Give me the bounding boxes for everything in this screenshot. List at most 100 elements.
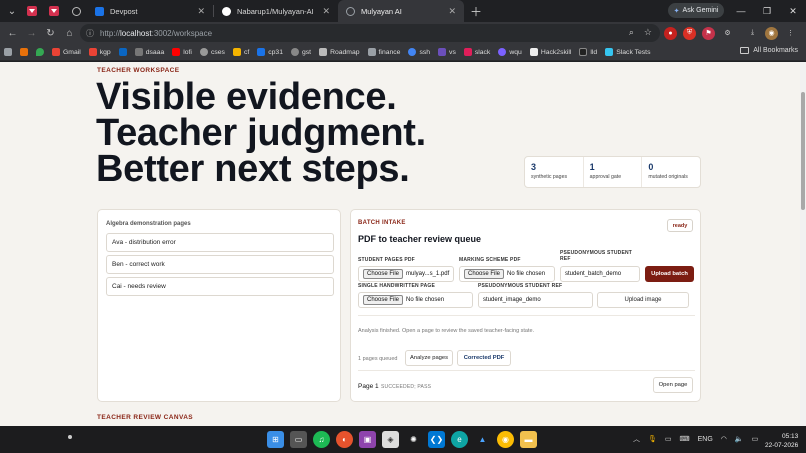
language-indicator[interactable]: ENG <box>698 436 713 443</box>
forward-icon[interactable]: → <box>22 24 41 43</box>
list-item[interactable]: Ava - distribution error <box>106 233 334 252</box>
chrome-icon[interactable]: ◉ <box>497 431 514 448</box>
single-page-file-input[interactable]: Choose File No file chosen <box>358 292 473 308</box>
scrollbar-thumb[interactable] <box>801 92 805 210</box>
menu-icon[interactable]: ⋮ <box>784 27 797 40</box>
microphone-icon[interactable]: 🎙 <box>648 435 657 443</box>
bookmark-dsaaa[interactable]: dsaaa <box>134 48 164 56</box>
chatgpt-icon[interactable]: ✺ <box>405 431 422 448</box>
list-item[interactable]: Ben - correct work <box>106 255 334 274</box>
tab-mulyayan[interactable]: Mulyayan AI ✕ <box>338 0 464 22</box>
tray-chevron-icon[interactable]: ︿ <box>633 434 640 444</box>
choose-file-button[interactable]: Choose File <box>464 269 505 279</box>
card-title: PDF to teacher review queue <box>358 234 482 244</box>
pinned-tab-2[interactable] <box>43 3 65 19</box>
close-icon[interactable]: ✕ <box>322 6 330 17</box>
choose-file-button[interactable]: Choose File <box>363 295 404 305</box>
address-bar[interactable]: ⓘ http://localhost:3002/workspace ⌕ ☆ <box>80 24 660 42</box>
site-info-icon[interactable]: ⓘ <box>86 28 100 39</box>
edge-icon[interactable]: e <box>451 431 468 448</box>
task-view-icon[interactable]: ▭ <box>290 431 307 448</box>
bookmark-cses[interactable]: cses <box>199 48 225 56</box>
choose-file-button[interactable]: Choose File <box>363 269 404 279</box>
bookmark-ssh[interactable]: ssh <box>408 48 430 56</box>
corrected-pdf-button[interactable]: Corrected PDF <box>457 350 511 366</box>
all-bookmarks[interactable]: All Bookmarks <box>740 47 798 54</box>
bookmark-finance[interactable]: finance <box>367 48 400 56</box>
new-tab-icon[interactable]: ＋ <box>470 3 482 20</box>
apps-grid-icon[interactable] <box>4 48 12 56</box>
bookmark-google-apps[interactable] <box>20 48 28 56</box>
vs-icon <box>438 48 447 56</box>
back-icon[interactable]: ← <box>3 24 22 43</box>
bookmark-kgp[interactable]: kgp <box>88 48 111 56</box>
app-purple-icon[interactable]: ▣ <box>359 431 376 448</box>
close-window-icon[interactable]: ✕ <box>780 0 806 22</box>
restore-icon[interactable]: ❐ <box>754 0 780 22</box>
bookmark-gst[interactable]: gst <box>290 48 311 56</box>
marking-scheme-file-input[interactable]: Choose File No file chosen <box>459 266 555 282</box>
bookmark-lofi[interactable]: lofi <box>172 48 192 56</box>
battery-icon[interactable]: ▭ <box>752 435 759 443</box>
upload-batch-button[interactable]: Upload batch <box>645 266 694 282</box>
bookmark-vs[interactable]: vs <box>438 48 456 56</box>
bookmark-maps[interactable] <box>36 48 44 56</box>
extension-red-icon[interactable]: ● <box>664 26 677 40</box>
ask-gemini-button[interactable]: ✦ Ask Gemini <box>668 3 724 18</box>
pseudonymous-ref-batch-input[interactable]: student_batch_demo <box>560 266 640 282</box>
bookmark-wqu[interactable]: wqu <box>498 48 522 56</box>
extensions-puzzle-icon[interactable]: ⚙ <box>721 27 734 40</box>
keyboard-icon[interactable]: ⌨ <box>680 435 690 443</box>
volume-icon[interactable]: 🔈 <box>735 435 744 443</box>
extension-pocket-icon[interactable]: ⚑ <box>702 26 715 40</box>
tab-devpost[interactable]: Devpost ✕ <box>87 0 213 22</box>
bookmark-gmail[interactable]: Gmail <box>52 48 81 56</box>
close-icon[interactable]: ✕ <box>448 6 456 17</box>
vivaldi-icon <box>27 6 37 16</box>
bookmark-cf[interactable]: cf <box>232 48 249 56</box>
card-heading: Algebra demonstration pages <box>106 221 191 227</box>
minimize-icon[interactable]: — <box>728 0 754 22</box>
taskbar-clock[interactable]: 05:13 22-07-2026 <box>765 432 798 450</box>
bookmark-linkedin[interactable] <box>118 48 127 56</box>
tab-title: Mulyayan AI <box>361 6 402 16</box>
pseudonymous-ref-label: PSEUDONYMOUS STUDENT REF <box>560 250 633 262</box>
bookmark-hack2skill[interactable]: Hack2skill <box>529 48 571 56</box>
bookmark-slack-tests[interactable]: Slack Tests <box>605 48 650 56</box>
card-kicker: BATCH INTAKE <box>358 220 406 226</box>
download-icon[interactable]: ⤓ <box>746 27 759 40</box>
app-shield-icon[interactable]: ◈ <box>382 431 399 448</box>
close-icon[interactable]: ✕ <box>197 6 205 17</box>
pseudonymous-ref-image-input[interactable]: student_image_demo <box>478 292 593 308</box>
display-icon[interactable]: ▭ <box>665 435 672 443</box>
extension-shield-icon[interactable]: ⛨ <box>683 26 696 40</box>
tab-github[interactable]: Nabarup1/Mulyayan-AI ✕ <box>214 0 338 22</box>
bookmark-star-icon[interactable]: ☆ <box>644 27 652 38</box>
pinned-tab-3[interactable] <box>65 3 87 19</box>
upload-image-button[interactable]: Upload image <box>597 292 689 308</box>
vscode-icon[interactable]: ❮❯ <box>428 431 445 448</box>
zoom-icon[interactable]: ⌕ <box>629 27 634 38</box>
wifi-icon[interactable]: ◠ <box>721 435 727 443</box>
student-pages-file-input[interactable]: Choose File mulyay...s_1.pdf <box>358 266 454 282</box>
reload-icon[interactable]: ↻ <box>41 24 60 43</box>
pinned-tab-1[interactable] <box>21 3 43 19</box>
analyze-pages-button[interactable]: Analyze pages <box>405 350 453 366</box>
bookmark-roadmap[interactable]: Roadmap <box>319 48 360 56</box>
home-icon[interactable]: ⌂ <box>60 24 79 43</box>
file-explorer-icon[interactable]: ▬ <box>520 431 537 448</box>
list-item[interactable]: Cai - needs review <box>106 277 334 296</box>
bookmark-cp31[interactable]: cp31 <box>257 48 283 56</box>
app-orange-icon[interactable]: ◐ <box>336 431 353 448</box>
open-page-button[interactable]: Open page <box>653 377 693 393</box>
profile-avatar[interactable]: ◉ <box>765 26 778 40</box>
windows-start-icon[interactable]: ⊞ <box>267 431 284 448</box>
app-blue-icon[interactable]: ▲ <box>474 431 491 448</box>
bookmark-slack[interactable]: slack <box>463 48 490 56</box>
tab-search-chevron-icon[interactable]: ⌄ <box>3 3 21 19</box>
bookmark-lld[interactable]: lld <box>579 48 597 56</box>
page-scrollbar[interactable] <box>800 62 806 426</box>
cp-icon <box>257 48 266 56</box>
tab-title: Devpost <box>110 6 138 16</box>
spotify-icon[interactable]: ♫ <box>313 431 330 448</box>
